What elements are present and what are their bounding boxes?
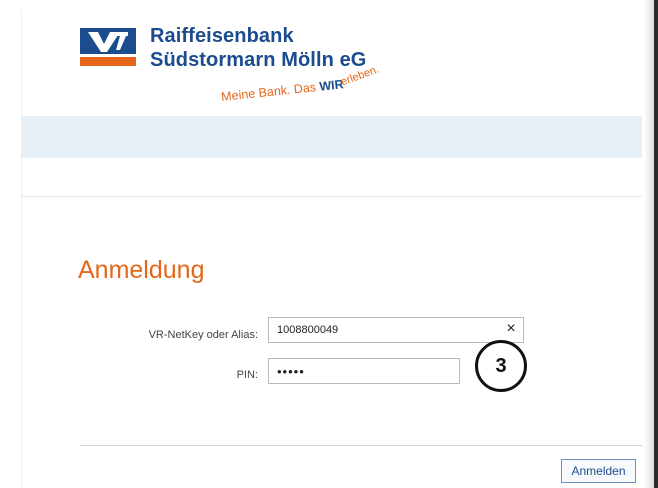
divider-top	[22, 196, 642, 197]
navigation-bar	[22, 116, 642, 158]
username-label: VR-NetKey oder Alias:	[148, 329, 258, 341]
window-edge	[654, 0, 658, 488]
page-title: Anmeldung	[78, 256, 205, 284]
username-value: 1008800049	[277, 324, 339, 336]
window-shadow	[644, 0, 654, 488]
left-border	[21, 10, 22, 488]
step-badge: 3	[475, 340, 527, 392]
slogan-part1: Meine Bank. Das	[220, 79, 321, 104]
pin-label: PIN:	[236, 369, 258, 381]
page: Raiffeisenbank Südstormarn Mölln eG Mein…	[0, 0, 658, 488]
pin-input[interactable]: •••••	[268, 358, 460, 384]
login-button[interactable]: Anmelden	[561, 459, 636, 483]
bank-name-line1: Raiffeisenbank	[150, 25, 294, 47]
slogan: Meine Bank. Das WIR erleben.	[220, 63, 384, 104]
pin-value: •••••	[277, 363, 305, 379]
close-icon[interactable]: ×	[502, 320, 520, 338]
bank-name-line2: Südstormarn Mölln eG	[150, 49, 367, 71]
bank-name: Raiffeisenbank Südstormarn Mölln eG	[150, 24, 366, 72]
username-input[interactable]: 1008800049	[268, 317, 524, 343]
bank-logo-icon	[80, 28, 136, 66]
divider-bottom	[80, 445, 642, 446]
